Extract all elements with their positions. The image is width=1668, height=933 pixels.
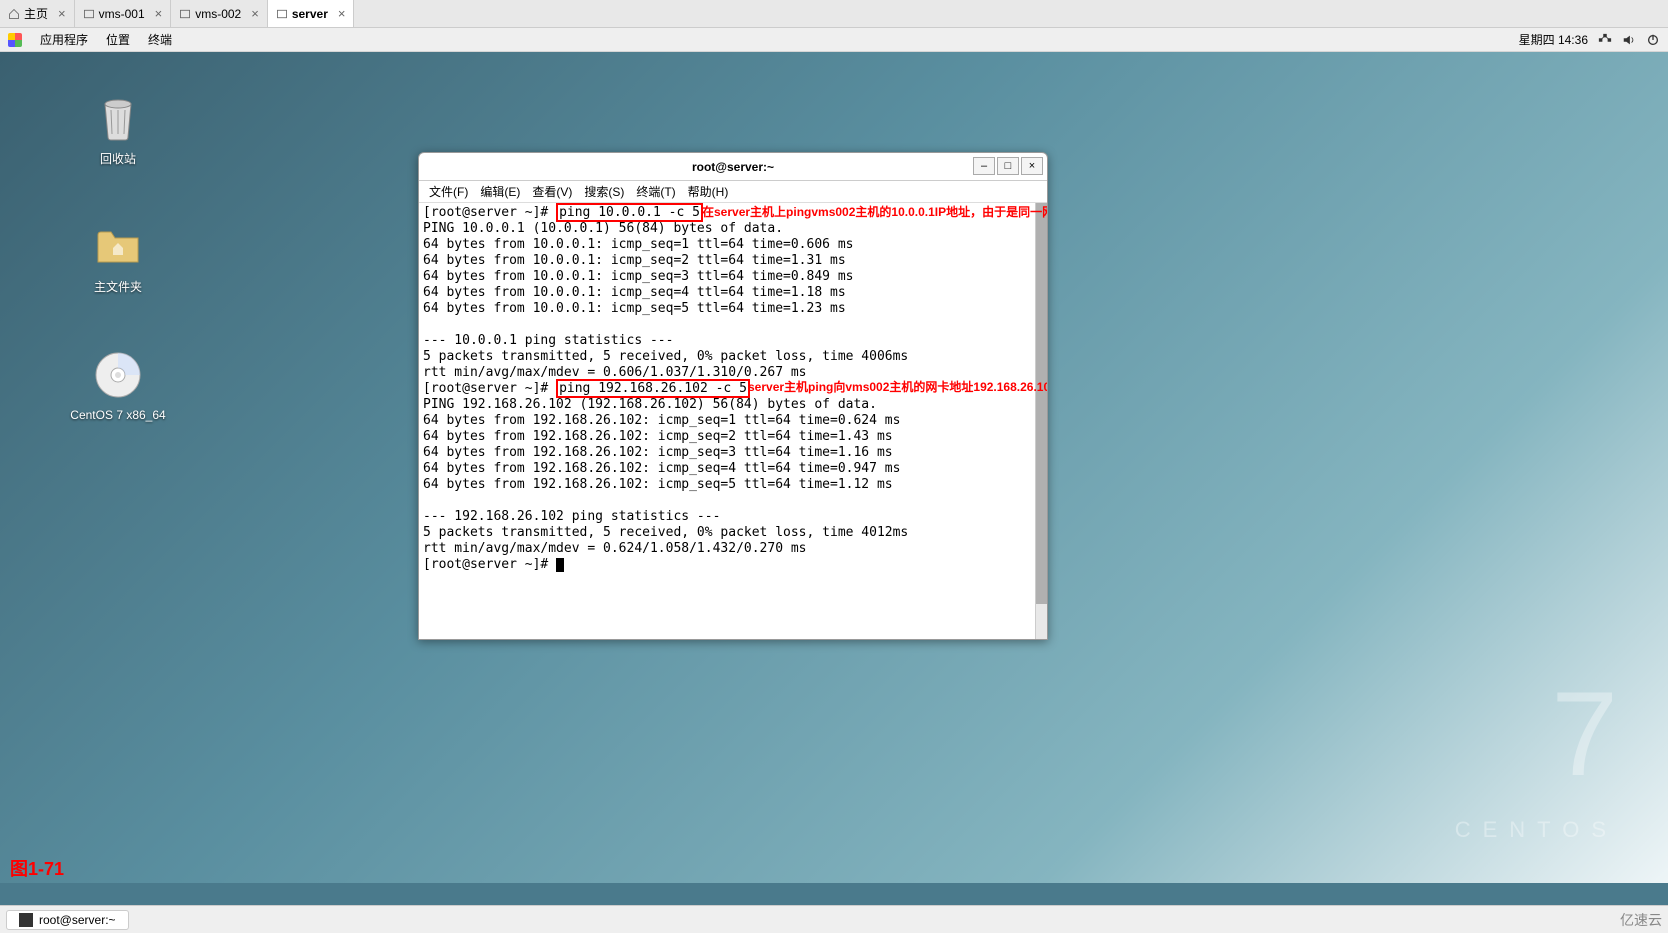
sound-icon[interactable] <box>1622 33 1636 47</box>
desktop-icon-trash[interactable]: 回收站 <box>70 92 166 167</box>
tab-label: vms-002 <box>195 7 241 21</box>
taskbar-item-terminal[interactable]: root@server:~ <box>6 910 129 930</box>
network-icon[interactable] <box>1598 33 1612 47</box>
centos-brand: CENTOS <box>1455 817 1618 843</box>
prompt: [root@server ~]# <box>423 557 556 572</box>
tab-label: 主页 <box>24 5 48 22</box>
tab-label: vms-001 <box>99 7 145 21</box>
ping-output-2: PING 192.168.26.102 (192.168.26.102) 56(… <box>423 397 908 556</box>
menu-apps[interactable]: 应用程序 <box>40 31 88 48</box>
icon-label: CentOS 7 x86_64 <box>70 408 166 422</box>
close-icon[interactable]: × <box>155 6 163 21</box>
menu-terminal[interactable]: 终端(T) <box>636 183 675 200</box>
clock[interactable]: 星期四 14:36 <box>1519 31 1588 48</box>
vm-icon <box>179 8 191 20</box>
watermark: 亿速云 <box>1620 910 1662 930</box>
terminal-menubar: 文件(F) 编辑(E) 查看(V) 搜索(S) 终端(T) 帮助(H) <box>419 181 1047 203</box>
scrollbar[interactable] <box>1035 203 1047 639</box>
menu-places[interactable]: 位置 <box>106 31 130 48</box>
home-icon <box>8 8 20 20</box>
vm-icon <box>83 8 95 20</box>
taskbar-label: root@server:~ <box>39 913 116 927</box>
close-icon[interactable]: × <box>338 6 346 21</box>
prompt: [root@server ~]# <box>423 205 556 220</box>
tab-server[interactable]: server × <box>268 0 355 27</box>
menu-edit[interactable]: 编辑(E) <box>480 183 520 200</box>
terminal-content[interactable]: [root@server ~]# ping 10.0.0.1 -c 5 PING… <box>419 203 1047 639</box>
prompt: [root@server ~]# <box>423 381 556 396</box>
folder-icon <box>93 220 143 270</box>
menu-terminal[interactable]: 终端 <box>148 31 172 48</box>
annotation-2: server主机ping向vms002主机的网卡地址192.168.26.102… <box>748 379 1047 395</box>
menu-search[interactable]: 搜索(S) <box>584 183 624 200</box>
power-icon[interactable] <box>1646 33 1660 47</box>
menu-file[interactable]: 文件(F) <box>429 183 468 200</box>
desktop-icon-home[interactable]: 主文件夹 <box>70 220 166 295</box>
cd-icon <box>93 350 143 400</box>
cmd-highlight: ping 192.168.26.102 -c 5 <box>556 379 750 398</box>
desktop[interactable]: 回收站 主文件夹 CentOS 7 x86_64 7 CENTOS root@s… <box>0 52 1668 883</box>
close-icon[interactable]: × <box>58 6 66 21</box>
tab-vms002[interactable]: vms-002 × <box>171 0 268 27</box>
menu-help[interactable]: 帮助(H) <box>688 183 729 200</box>
menu-view[interactable]: 查看(V) <box>532 183 572 200</box>
apps-icon <box>8 33 22 47</box>
taskbar: root@server:~ 亿速云 <box>0 905 1668 933</box>
tab-vms001[interactable]: vms-001 × <box>75 0 172 27</box>
vm-icon <box>276 8 288 20</box>
terminal-window: root@server:~ – □ × 文件(F) 编辑(E) 查看(V) 搜索… <box>418 152 1048 640</box>
minimize-button[interactable]: – <box>973 157 995 175</box>
scroll-thumb[interactable] <box>1036 203 1047 604</box>
close-icon[interactable]: × <box>251 6 259 21</box>
trash-icon <box>93 92 143 142</box>
maximize-button[interactable]: □ <box>997 157 1019 175</box>
figure-label: 图1-71 <box>10 855 64 881</box>
cursor-icon <box>556 558 564 572</box>
centos-version: 7 <box>1551 665 1618 803</box>
terminal-icon <box>19 913 33 927</box>
desktop-icon-cd[interactable]: CentOS 7 x86_64 <box>70 350 166 422</box>
cmd-highlight: ping 10.0.0.1 -c 5 <box>556 203 703 222</box>
ping-output-1: PING 10.0.0.1 (10.0.0.1) 56(84) bytes of… <box>423 221 908 380</box>
gnome-top-bar: 应用程序 位置 终端 星期四 14:36 <box>0 28 1668 52</box>
tab-label: server <box>292 7 328 21</box>
terminal-titlebar[interactable]: root@server:~ – □ × <box>419 153 1047 181</box>
terminal-title: root@server:~ <box>692 160 774 174</box>
tab-home[interactable]: 主页 × <box>0 0 75 27</box>
close-button[interactable]: × <box>1021 157 1043 175</box>
browser-tabs: 主页 × vms-001 × vms-002 × server × <box>0 0 1668 28</box>
icon-label: 主文件夹 <box>70 278 166 295</box>
icon-label: 回收站 <box>70 150 166 167</box>
annotation-1: 在server主机上pingvms002主机的10.0.0.1IP地址，由于是同… <box>702 204 1047 220</box>
